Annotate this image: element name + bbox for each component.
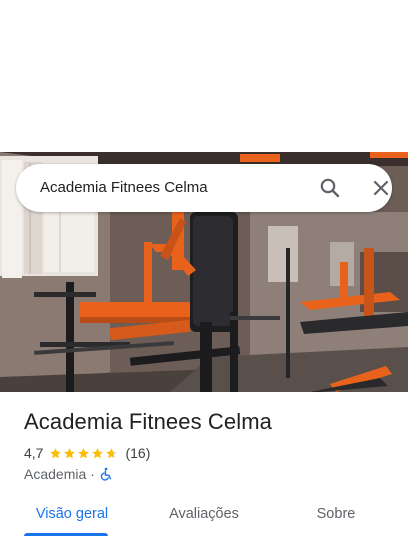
wheelchair-icon[interactable] [99, 467, 113, 481]
rating-value: 4,7 [24, 445, 44, 461]
map-blank-area [0, 0, 408, 152]
tab-overview[interactable]: Visão geral [24, 496, 120, 534]
category-row: Academia · [24, 465, 113, 483]
place-title: Academia Fitnees Celma [24, 409, 272, 434]
star-icon [64, 447, 76, 458]
search-bar[interactable]: Academia Fitnees Celma [16, 164, 392, 212]
rating-stars [49, 447, 119, 460]
separator-dot: · [90, 466, 95, 482]
category-label: Academia [24, 466, 87, 482]
search-icon[interactable] [318, 176, 342, 200]
review-count[interactable]: (16) [125, 445, 150, 461]
tab-about[interactable]: Sobre [296, 496, 376, 534]
active-tab-indicator [24, 533, 108, 536]
star-icon [78, 447, 90, 458]
close-icon[interactable] [369, 176, 393, 200]
star-icon [50, 447, 62, 458]
tab-bar: Visão geral Avaliações Sobre [0, 496, 408, 544]
star-icon [106, 447, 118, 458]
star-icon [92, 447, 104, 458]
search-input[interactable]: Academia Fitnees Celma [40, 164, 208, 212]
rating-row[interactable]: 4,7 (16) [24, 444, 150, 462]
tab-reviews[interactable]: Avaliações [156, 496, 252, 534]
